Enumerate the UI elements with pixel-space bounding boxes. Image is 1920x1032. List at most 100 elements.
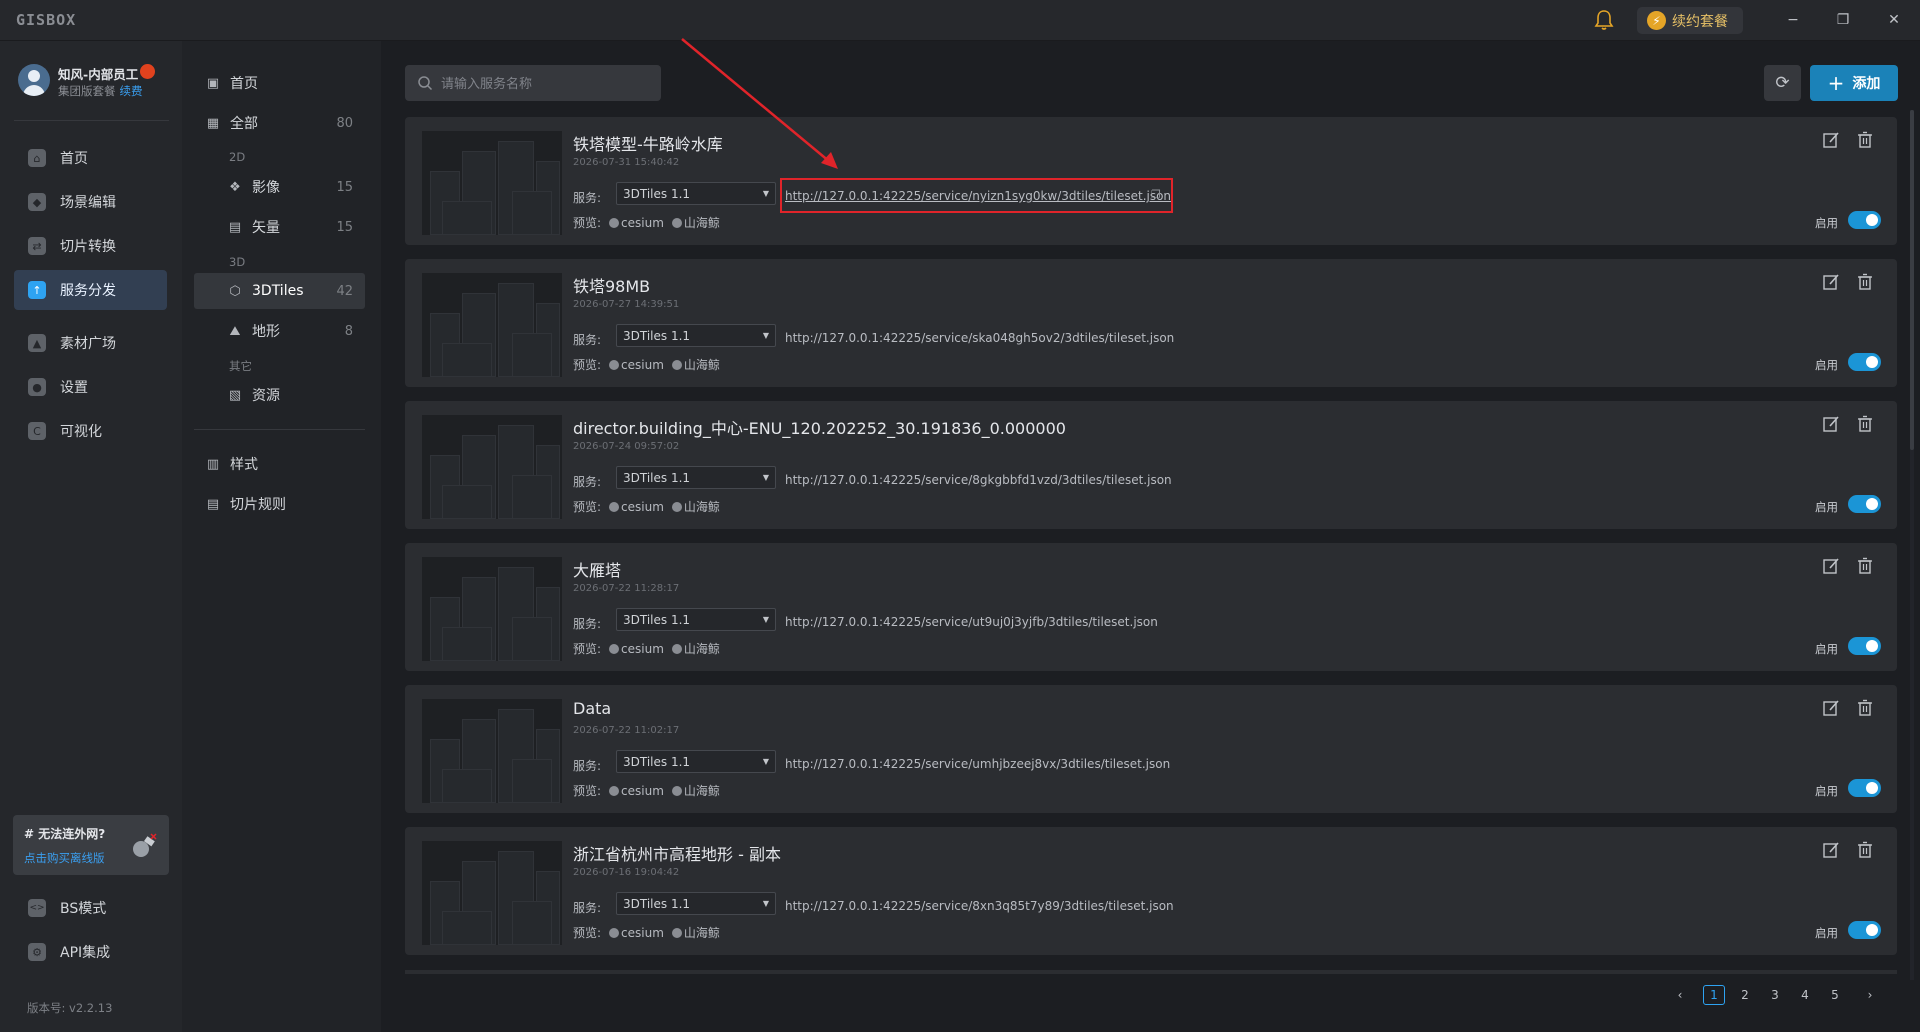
prev-page-button[interactable]: ‹ xyxy=(1670,985,1690,1005)
edit-icon[interactable] xyxy=(1822,273,1840,291)
delete-icon[interactable] xyxy=(1856,699,1874,717)
refresh-button[interactable]: ⟳ xyxy=(1764,65,1801,101)
preview-shanhai-link[interactable]: 山海鲸 xyxy=(671,356,720,373)
service-thumbnail[interactable] xyxy=(422,415,562,519)
delete-icon[interactable] xyxy=(1856,415,1874,433)
sub-item-vector[interactable]: ▤ 矢量 15 xyxy=(194,209,365,245)
preview-shanhai-link[interactable]: 山海鲸 xyxy=(671,498,720,515)
style-icon: ▥ xyxy=(206,456,220,472)
sidebar-item-home[interactable]: ⌂ 首页 xyxy=(14,138,167,178)
service-thumbnail[interactable] xyxy=(422,557,562,661)
enable-toggle[interactable] xyxy=(1848,779,1881,797)
buy-offline-link[interactable]: 点击购买离线版 xyxy=(24,850,105,866)
edit-icon[interactable] xyxy=(1822,557,1840,575)
page-2[interactable]: 2 xyxy=(1735,985,1755,1005)
sidebar-item-api[interactable]: ⚙ API集成 xyxy=(14,932,167,972)
preview-label: 预览: xyxy=(573,216,602,230)
sidebar-item-service-publish[interactable]: ↑ 服务分发 xyxy=(14,270,167,310)
sub-item-style[interactable]: ▥ 样式 xyxy=(194,446,365,482)
preview-cesium-link[interactable]: cesium xyxy=(609,784,664,798)
add-button[interactable]: + 添加 xyxy=(1810,65,1898,101)
sidebar-item-scene-edit[interactable]: ◆ 场景编辑 xyxy=(14,182,167,222)
sidebar-item-visualize[interactable]: C 可视化 xyxy=(14,411,167,451)
delete-icon[interactable] xyxy=(1856,557,1874,575)
service-thumbnail[interactable] xyxy=(422,131,562,235)
page-4[interactable]: 4 xyxy=(1795,985,1815,1005)
search-box[interactable] xyxy=(405,65,661,101)
sub-item-all[interactable]: ▦ 全部 80 xyxy=(194,105,365,141)
edit-icon[interactable] xyxy=(1822,699,1840,717)
service-url-link[interactable]: http://127.0.0.1:42225/service/ut9uj0j3y… xyxy=(785,615,1158,629)
bell-icon[interactable] xyxy=(1594,9,1614,31)
preview-shanhai-link[interactable]: 山海鲸 xyxy=(671,924,720,941)
sub-item-resource[interactable]: ▧ 资源 xyxy=(194,377,365,413)
search-input[interactable] xyxy=(441,75,641,91)
chevron-down-icon: ▼ xyxy=(762,615,769,624)
page-1[interactable]: 1 xyxy=(1703,985,1725,1005)
preview-shanhai-link[interactable]: 山海鲸 xyxy=(671,640,720,657)
service-type-select[interactable]: 3DTiles 1.1 ▼ xyxy=(616,750,776,773)
service-card[interactable]: 铁塔98MB 2026-07-27 14:39:51 服务: 3DTiles 1.1 ▼… xyxy=(405,259,1897,387)
service-type-select[interactable]: 3DTiles 1.1 ▼ xyxy=(616,892,776,915)
service-url-link[interactable]: http://127.0.0.1:42225/service/8xn3q85t7… xyxy=(785,899,1174,913)
code-icon: <> xyxy=(28,899,46,917)
renew-plan-button[interactable]: ⚡ 续约套餐 xyxy=(1637,7,1743,34)
enable-toggle[interactable] xyxy=(1848,921,1881,939)
service-card[interactable]: 大雁塔 2026-07-22 11:28:17 服务: 3DTiles 1.1 ▼ htt… xyxy=(405,543,1897,671)
sidebar-item-settings[interactable]: ● 设置 xyxy=(14,367,167,407)
close-button[interactable]: ✕ xyxy=(1881,9,1907,31)
sub-item-imagery[interactable]: ❖ 影像 15 xyxy=(194,169,365,205)
restore-button[interactable]: ❐ xyxy=(1830,9,1856,31)
service-thumbnail[interactable] xyxy=(422,841,562,945)
minimize-button[interactable]: − xyxy=(1780,9,1806,31)
next-page-button[interactable]: › xyxy=(1860,985,1880,1005)
avatar[interactable] xyxy=(18,64,50,96)
sidebar-item-tile-convert[interactable]: ⇄ 切片转换 xyxy=(14,226,167,266)
service-url-link[interactable]: http://127.0.0.1:42225/service/8gkgbbfd1… xyxy=(785,473,1172,487)
version-label: 版本号: v2.2.13 xyxy=(27,1001,113,1015)
renew-link[interactable]: 续费 xyxy=(120,84,143,98)
service-thumbnail[interactable] xyxy=(422,273,562,377)
preview-cesium-link[interactable]: cesium xyxy=(609,500,664,514)
service-type-select[interactable]: 3DTiles 1.1 ▼ xyxy=(616,466,776,489)
sub-item-home[interactable]: ▣ 首页 xyxy=(194,65,365,101)
enable-toggle[interactable] xyxy=(1848,211,1881,229)
sub-item-terrain[interactable]: ⛰ 地形 8 xyxy=(194,313,365,349)
service-url-link[interactable]: http://127.0.0.1:42225/service/ska048gh5… xyxy=(785,331,1174,345)
delete-icon[interactable] xyxy=(1856,841,1874,859)
preview-shanhai-link[interactable]: 山海鲸 xyxy=(671,782,720,799)
service-thumbnail[interactable] xyxy=(422,699,562,803)
scrollbar-thumb[interactable] xyxy=(1910,110,1914,450)
enable-toggle[interactable] xyxy=(1848,353,1881,371)
edit-icon[interactable] xyxy=(1822,131,1840,149)
chevron-down-icon: ▼ xyxy=(762,331,769,340)
service-card[interactable]: 铁塔模型-牛路岭水库 2026-07-31 15:40:42 服务: 3DTiles … xyxy=(405,117,1897,245)
shanhai-icon xyxy=(671,501,682,512)
edit-icon[interactable] xyxy=(1822,841,1840,859)
sub-item-3dtiles[interactable]: ⬡ 3DTiles 42 xyxy=(194,273,365,309)
service-url-link[interactable]: http://127.0.0.1:42225/service/umhjbzeej… xyxy=(785,757,1170,771)
delete-icon[interactable] xyxy=(1856,273,1874,291)
service-type-select[interactable]: 3DTiles 1.1 ▼ xyxy=(616,182,776,205)
preview-shanhai-link[interactable]: 山海鲸 xyxy=(671,214,720,231)
toggle-knob xyxy=(1866,356,1878,368)
page-3[interactable]: 3 xyxy=(1765,985,1785,1005)
preview-cesium-link[interactable]: cesium xyxy=(609,358,664,372)
cesium-icon xyxy=(609,785,620,796)
service-type-select[interactable]: 3DTiles 1.1 ▼ xyxy=(616,324,776,347)
page-5[interactable]: 5 xyxy=(1825,985,1845,1005)
service-card[interactable]: Data 2026-07-22 11:02:17 服务: 3DTiles 1.1 ▼ ht… xyxy=(405,685,1897,813)
preview-cesium-link[interactable]: cesium xyxy=(609,926,664,940)
preview-cesium-link[interactable]: cesium xyxy=(609,642,664,656)
enable-toggle[interactable] xyxy=(1848,495,1881,513)
preview-cesium-link[interactable]: cesium xyxy=(609,216,664,230)
sidebar-item-asset-square[interactable]: ▲ 素材广场 xyxy=(14,323,167,363)
sub-item-tile-rules[interactable]: ▤ 切片规则 xyxy=(194,486,365,522)
service-type-select[interactable]: 3DTiles 1.1 ▼ xyxy=(616,608,776,631)
sidebar-item-bs-mode[interactable]: <> BS模式 xyxy=(14,888,167,928)
delete-icon[interactable] xyxy=(1856,131,1874,149)
service-card[interactable]: director.building_中心-ENU_120.202252_30.1… xyxy=(405,401,1897,529)
service-card[interactable]: 浙江省杭州市高程地形 - 副本 2026-07-16 19:04:42 服务: 3DT… xyxy=(405,827,1897,955)
enable-toggle[interactable] xyxy=(1848,637,1881,655)
edit-icon[interactable] xyxy=(1822,415,1840,433)
